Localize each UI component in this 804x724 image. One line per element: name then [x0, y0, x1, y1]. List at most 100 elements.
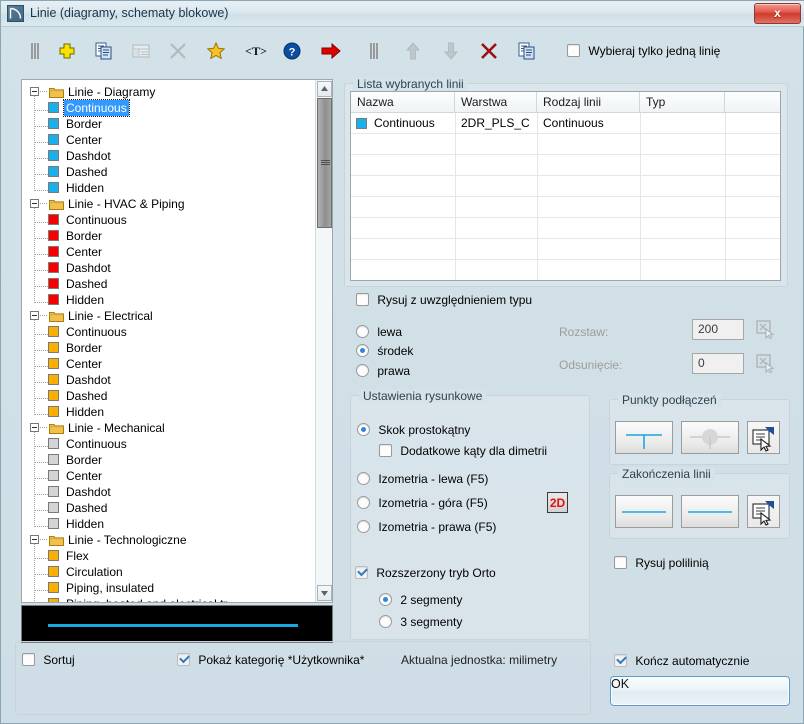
single-line-label: Wybieraj tylko jedną linię — [588, 44, 721, 58]
alignment-radio-lewa[interactable]: lewa — [356, 325, 402, 339]
radio-circle — [356, 344, 369, 357]
mode-radio-rect[interactable]: Skok prostokątny — [357, 423, 470, 437]
toolbar-help-button[interactable]: ? — [277, 37, 307, 65]
auto-finish-checkbox[interactable]: Kończ automatycznie — [614, 654, 749, 668]
radio-circle — [357, 520, 370, 533]
single-line-checkbox[interactable]: Wybieraj tylko jedną linię — [567, 44, 720, 58]
alignment-label-srodek: środek — [377, 344, 414, 358]
polyline-checkbox[interactable]: Rysuj polilinią — [614, 556, 709, 570]
tree-item-label: Dashed — [66, 389, 108, 403]
expander-minus-icon[interactable] — [30, 423, 39, 432]
tree-item-label: Border — [66, 117, 103, 131]
expander-minus-icon[interactable] — [30, 311, 39, 320]
title-bar: Linie (diagramy, schematy blokowe) x — [1, 1, 804, 27]
show-user-category-checkbox[interactable]: Pokaż kategorię *Użytkownika* — [177, 653, 364, 667]
line-category-tree[interactable]: Linie - Diagramy Continuous Border Center Da… — [21, 79, 333, 603]
tree-item-label: Border — [66, 229, 103, 243]
draw-with-type-checkbox[interactable]: Rysuj z uwzględnieniem typu — [356, 293, 532, 307]
line-color-swatch — [48, 598, 59, 602]
expander-minus-icon[interactable] — [30, 535, 39, 544]
scrollbar-thumb[interactable] — [317, 98, 332, 228]
line-color-swatch — [48, 214, 59, 225]
mode-radio-iso-top[interactable]: Izometria - góra (F5) — [357, 496, 488, 510]
alignment-radio-srodek[interactable]: środek — [356, 344, 413, 358]
folder-icon — [49, 198, 64, 210]
line-tool-icon — [7, 5, 24, 22]
toolbar-parallel-lines-2-button[interactable] — [360, 37, 390, 65]
pick-from-drawing-icon — [756, 320, 775, 340]
expander-minus-icon[interactable] — [30, 87, 39, 96]
tree-item-label: Continuous — [66, 213, 127, 227]
tree-item-label: Dashdot — [66, 149, 111, 163]
toolbar-parallel-lines-button[interactable] — [21, 37, 51, 65]
tree-item-label: Dashed — [66, 501, 108, 515]
line-color-swatch — [48, 454, 59, 465]
remove-red-x-icon — [481, 43, 497, 59]
tree-item-label: Continuous — [66, 437, 127, 451]
column-header-extra[interactable] — [725, 92, 780, 113]
toolbar-add-button[interactable] — [52, 37, 82, 65]
tree-scrollbar[interactable] — [315, 80, 332, 602]
connection-settings-button[interactable] — [747, 421, 780, 454]
scrollbar-grip — [321, 160, 330, 165]
line-color-swatch — [48, 166, 59, 177]
segments-radio-3[interactable]: 3 segmenty — [379, 615, 462, 629]
endings-settings-button[interactable] — [747, 495, 780, 528]
checkbox-box — [177, 653, 190, 666]
ortho-checkbox[interactable]: Rozszerzony tryb Orto — [355, 566, 496, 580]
parallel-lines-2-icon — [370, 43, 378, 59]
add-plus-icon — [59, 43, 75, 59]
column-header-warstwa[interactable]: Warstwa — [455, 92, 537, 113]
delete-x-icon — [170, 43, 186, 59]
checkbox-box — [356, 293, 369, 306]
toolbar-insert-button[interactable] — [315, 37, 345, 65]
line-color-swatch — [48, 518, 59, 529]
toolbar-favorite-button[interactable] — [201, 37, 231, 65]
column-header-typ[interactable]: Typ — [640, 92, 725, 113]
radio-circle — [379, 593, 392, 606]
cell-typ — [640, 113, 725, 133]
alignment-radio-prawa[interactable]: prawa — [356, 364, 410, 378]
table-properties-icon — [132, 44, 150, 58]
folder-icon — [49, 534, 64, 546]
line-end-button[interactable] — [681, 495, 739, 528]
line-color-swatch — [48, 502, 59, 513]
tree-item-label: Dashdot — [66, 373, 111, 387]
line-start-button[interactable] — [615, 495, 673, 528]
selected-lines-table[interactable]: Nazwa Warstwa Rodzaj linii Typ Continuou… — [350, 91, 781, 281]
toolbar-copy-button[interactable] — [89, 37, 119, 65]
draw-with-type-label: Rysuj z uwzględnieniem typu — [377, 293, 533, 307]
toolbar-remove-button[interactable] — [474, 37, 504, 65]
rozstaw-input[interactable]: 200 — [692, 319, 744, 340]
expander-minus-icon[interactable] — [30, 199, 39, 208]
sort-checkbox[interactable]: Sortuj — [22, 653, 75, 667]
dimetry-checkbox[interactable]: Dodatkowe kąty dla dimetrii — [379, 444, 547, 458]
odsuniecie-input[interactable]: 0 — [692, 353, 744, 374]
radio-circle — [356, 325, 369, 338]
scroll-down-button[interactable] — [317, 585, 332, 601]
tree-item-label: Continuous — [63, 99, 130, 117]
ok-button[interactable]: OK — [610, 676, 790, 706]
mode-label-iso-right: Izometria - prawa (F5) — [378, 520, 497, 534]
column-header-rodzaj[interactable]: Rodzaj linii — [537, 92, 640, 113]
tree-item-label: Border — [66, 341, 103, 355]
tree-item-label: Center — [66, 469, 103, 483]
tree-item-label: Dashdot — [66, 261, 111, 275]
mode-radio-iso-left[interactable]: Izometria - lewa (F5) — [357, 472, 488, 486]
tee-connection-button[interactable] — [615, 421, 673, 454]
segments-label-3: 3 segmenty — [400, 615, 463, 629]
toolbar-copy-2-button[interactable] — [512, 37, 542, 65]
folder-icon — [49, 310, 64, 322]
drawing-settings-title: Ustawienia rysunkowe — [359, 389, 487, 403]
properties-icon — [752, 427, 774, 452]
toolbar-text-button[interactable]: <T> — [239, 37, 269, 65]
checkbox-box — [22, 653, 35, 666]
scroll-up-button[interactable] — [317, 81, 332, 97]
segments-radio-2[interactable]: 2 segmenty — [379, 593, 462, 607]
node-connection-button[interactable] — [681, 421, 739, 454]
copy-2-icon — [518, 42, 535, 60]
column-header-nazwa[interactable]: Nazwa — [351, 92, 455, 113]
copy-icon — [95, 42, 112, 60]
mode-radio-iso-right[interactable]: Izometria - prawa (F5) — [357, 520, 496, 534]
close-button[interactable]: x — [754, 3, 801, 24]
